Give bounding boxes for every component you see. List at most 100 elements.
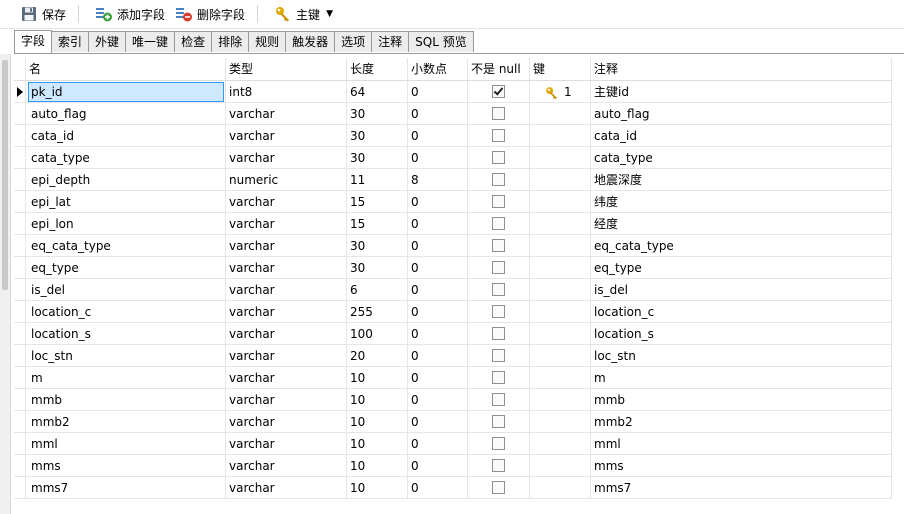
chevron-down-icon[interactable]: ▼ — [326, 9, 333, 19]
left-scroll-thumb[interactable] — [2, 60, 8, 290]
table-row[interactable]: mmb2 varchar 10 0 mmb2 — [14, 411, 892, 433]
field-length[interactable]: 10 — [347, 433, 408, 455]
field-name-cell[interactable]: location_c — [26, 301, 226, 323]
field-type[interactable]: varchar — [226, 411, 347, 433]
primary-key-button[interactable]: 主键 ▼ — [270, 3, 337, 25]
field-type[interactable]: varchar — [226, 191, 347, 213]
field-name-cell[interactable]: cata_id — [26, 125, 226, 147]
column-header-not-null[interactable]: 不是 null — [468, 58, 530, 80]
field-comment[interactable]: 地震深度 — [591, 169, 892, 191]
field-type[interactable]: varchar — [226, 125, 347, 147]
table-row[interactable]: mms varchar 10 0 mms — [14, 455, 892, 477]
field-decimals[interactable]: 0 — [408, 235, 468, 257]
field-comment[interactable]: loc_stn — [591, 345, 892, 367]
key-cell[interactable] — [530, 455, 591, 477]
field-type[interactable]: int8 — [226, 81, 347, 103]
field-decimals[interactable]: 8 — [408, 169, 468, 191]
table-row[interactable]: location_s varchar 100 0 location_s — [14, 323, 892, 345]
field-name-cell[interactable]: epi_lon — [26, 213, 226, 235]
field-length[interactable]: 30 — [347, 125, 408, 147]
field-decimals[interactable]: 0 — [408, 279, 468, 301]
field-length[interactable]: 10 — [347, 389, 408, 411]
table-row[interactable]: epi_lat varchar 15 0 纬度 — [14, 191, 892, 213]
field-name[interactable]: location_c — [29, 303, 93, 321]
field-type[interactable]: varchar — [226, 235, 347, 257]
row-indicator[interactable] — [14, 81, 26, 103]
not-null-checkbox[interactable] — [492, 371, 505, 384]
field-decimals[interactable]: 0 — [408, 213, 468, 235]
field-length[interactable]: 30 — [347, 103, 408, 125]
row-indicator[interactable] — [14, 213, 26, 235]
not-null-checkbox[interactable] — [492, 217, 505, 230]
field-type[interactable]: varchar — [226, 147, 347, 169]
not-null-checkbox[interactable] — [492, 283, 505, 296]
tab-2[interactable]: 外键 — [88, 31, 127, 52]
field-decimals[interactable]: 0 — [408, 81, 468, 103]
field-type[interactable]: numeric — [226, 169, 347, 191]
key-cell[interactable] — [530, 191, 591, 213]
tab-8[interactable]: 选项 — [334, 31, 373, 52]
field-type[interactable]: varchar — [226, 103, 347, 125]
key-cell[interactable] — [530, 367, 591, 389]
field-decimals[interactable]: 0 — [408, 323, 468, 345]
field-name-cell[interactable]: cata_type — [26, 147, 226, 169]
table-row[interactable]: location_c varchar 255 0 location_c — [14, 301, 892, 323]
field-length[interactable]: 15 — [347, 191, 408, 213]
field-name[interactable]: mms — [29, 457, 63, 475]
not-null-checkbox[interactable] — [492, 459, 505, 472]
field-name-cell[interactable]: mmb — [26, 389, 226, 411]
column-header-comment[interactable]: 注释 — [591, 58, 892, 80]
not-null-checkbox[interactable] — [492, 195, 505, 208]
key-cell[interactable] — [530, 345, 591, 367]
table-row[interactable]: cata_type varchar 30 0 cata_type — [14, 147, 892, 169]
not-null-checkbox[interactable] — [492, 415, 505, 428]
tab-3[interactable]: 唯一键 — [125, 31, 176, 52]
not-null-checkbox[interactable] — [492, 129, 505, 142]
field-length[interactable]: 100 — [347, 323, 408, 345]
row-indicator[interactable] — [14, 125, 26, 147]
row-indicator[interactable] — [14, 345, 26, 367]
row-indicator[interactable] — [14, 433, 26, 455]
tab-0[interactable]: 字段 — [14, 30, 53, 53]
row-indicator[interactable] — [14, 411, 26, 433]
field-type[interactable]: varchar — [226, 389, 347, 411]
key-cell[interactable] — [530, 433, 591, 455]
key-cell[interactable] — [530, 257, 591, 279]
field-comment[interactable]: mml — [591, 433, 892, 455]
not-null-checkbox[interactable] — [492, 481, 505, 494]
field-decimals[interactable]: 0 — [408, 411, 468, 433]
tab-4[interactable]: 检查 — [174, 31, 213, 52]
delete-field-button[interactable]: 删除字段 — [171, 3, 249, 25]
not-null-checkbox[interactable] — [492, 107, 505, 120]
field-length[interactable]: 6 — [347, 279, 408, 301]
field-decimals[interactable]: 0 — [408, 455, 468, 477]
field-comment[interactable]: mmb2 — [591, 411, 892, 433]
field-decimals[interactable]: 0 — [408, 345, 468, 367]
row-indicator[interactable] — [14, 323, 26, 345]
field-name[interactable]: mmb2 — [29, 413, 72, 431]
table-row[interactable]: mml varchar 10 0 mml — [14, 433, 892, 455]
key-cell[interactable] — [530, 147, 591, 169]
field-name-cell[interactable]: mmb2 — [26, 411, 226, 433]
key-cell[interactable] — [530, 169, 591, 191]
row-indicator[interactable] — [14, 103, 26, 125]
field-comment[interactable]: eq_type — [591, 257, 892, 279]
field-name-cell[interactable]: epi_depth — [26, 169, 226, 191]
field-comment[interactable]: mms — [591, 455, 892, 477]
field-comment[interactable]: m — [591, 367, 892, 389]
field-length[interactable]: 30 — [347, 147, 408, 169]
field-comment[interactable]: 经度 — [591, 213, 892, 235]
field-name[interactable]: eq_cata_type — [29, 237, 113, 255]
column-header-type[interactable]: 类型 — [226, 58, 347, 80]
tab-10[interactable]: SQL 预览 — [408, 31, 474, 52]
field-name-cell[interactable]: m — [26, 367, 226, 389]
save-button[interactable]: 保存 — [16, 3, 70, 25]
field-comment[interactable]: location_s — [591, 323, 892, 345]
table-row[interactable]: eq_type varchar 30 0 eq_type — [14, 257, 892, 279]
field-name-cell[interactable]: eq_type — [26, 257, 226, 279]
row-indicator[interactable] — [14, 367, 26, 389]
field-name[interactable]: mms7 — [29, 479, 70, 497]
field-name-cell[interactable]: mml — [26, 433, 226, 455]
field-name[interactable]: loc_stn — [29, 347, 75, 365]
field-name[interactable]: pk_id — [28, 82, 224, 102]
